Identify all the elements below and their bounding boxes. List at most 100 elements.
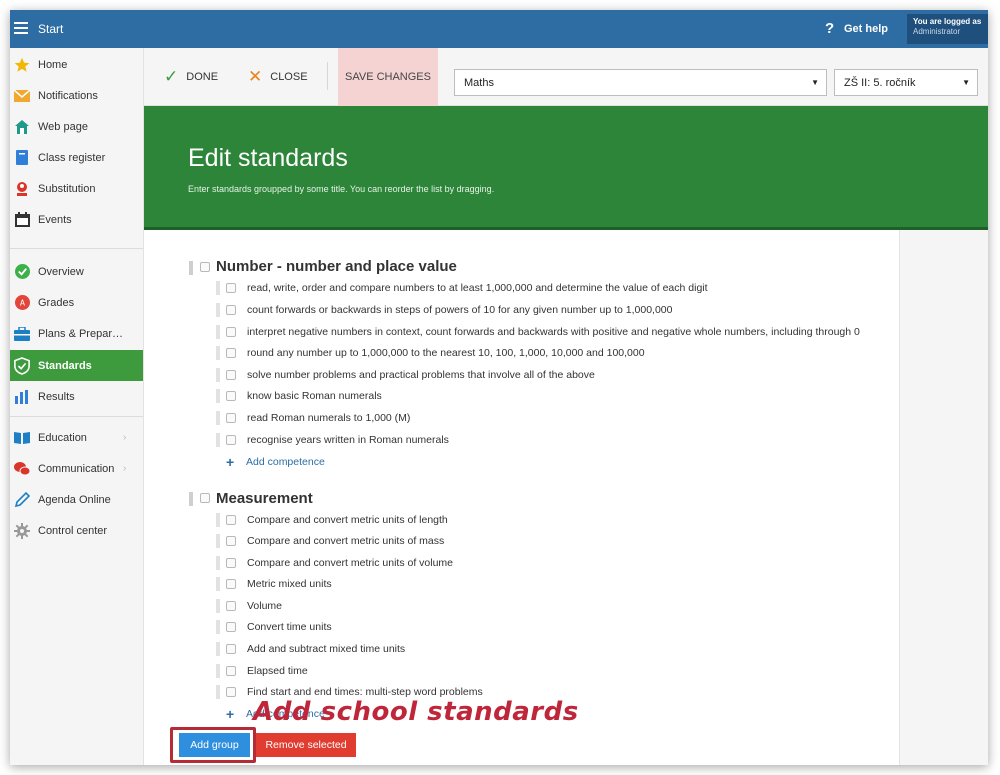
sidebar: Home Notifications Web page Class regist… (10, 48, 144, 765)
done-button[interactable]: ✓ DONE (164, 48, 218, 106)
class-select-value: ZŠ II: 5. ročník (844, 76, 916, 89)
competence-row[interactable]: Compare and convert metric units of leng… (214, 510, 894, 530)
competence-checkbox[interactable] (226, 413, 236, 423)
competence-text: round any number up to 1,000,000 to the … (247, 347, 645, 359)
competence-row[interactable]: read Roman numerals to 1,000 (M) (214, 408, 894, 428)
sidebar-item-results[interactable]: Results (10, 381, 143, 412)
drag-handle[interactable] (216, 664, 220, 678)
competence-text: interpret negative numbers in context, c… (247, 326, 860, 338)
chevron-right-icon: › (123, 463, 127, 474)
drag-handle[interactable] (216, 556, 220, 570)
competence-checkbox[interactable] (226, 687, 236, 697)
competence-checkbox[interactable] (226, 391, 236, 401)
sidebar-divider (10, 416, 143, 417)
sidebar-item-agenda-online[interactable]: Agenda Online (10, 484, 143, 515)
competence-checkbox[interactable] (226, 327, 236, 337)
drag-handle[interactable] (216, 303, 220, 317)
sidebar-item-overview[interactable]: Overview (10, 256, 143, 287)
competence-row[interactable]: solve number problems and practical prob… (214, 365, 894, 385)
competence-text: read Roman numerals to 1,000 (M) (247, 412, 411, 424)
competence-checkbox[interactable] (226, 579, 236, 589)
drag-handle[interactable] (216, 685, 220, 699)
question-icon[interactable]: ? (825, 20, 834, 37)
group-drag-handle[interactable] (189, 492, 193, 506)
get-help-link[interactable]: Get help (844, 23, 888, 35)
sidebar-item-grades[interactable]: A Grades (10, 287, 143, 318)
sidebar-item-events[interactable]: Events (10, 204, 143, 235)
shield-check-icon (14, 356, 30, 375)
page-subtitle: Enter standards groupped by some title. … (188, 184, 495, 194)
competence-row[interactable]: Compare and convert metric units of mass (214, 531, 894, 551)
group-checkbox[interactable] (200, 262, 210, 272)
competence-checkbox[interactable] (226, 644, 236, 654)
sidebar-item-notifications[interactable]: Notifications (10, 80, 143, 111)
user-box[interactable]: You are logged as Administrator (907, 14, 988, 44)
competence-row[interactable]: know basic Roman numerals (214, 386, 894, 406)
competence-checkbox[interactable] (226, 601, 236, 611)
competence-row[interactable]: Convert time units (214, 617, 894, 637)
save-changes-button[interactable]: SAVE CHANGES (338, 48, 438, 106)
competence-checkbox[interactable] (226, 370, 236, 380)
sidebar-item-class-register[interactable]: Class register (10, 142, 143, 173)
competence-text: know basic Roman numerals (247, 390, 382, 402)
drag-handle[interactable] (216, 389, 220, 403)
competence-checkbox[interactable] (226, 536, 236, 546)
sidebar-item-education[interactable]: Education › (10, 422, 143, 453)
drag-handle[interactable] (216, 281, 220, 295)
competence-row[interactable]: Add and subtract mixed time units (214, 639, 894, 659)
competence-checkbox[interactable] (226, 558, 236, 568)
drag-handle[interactable] (216, 599, 220, 613)
drag-handle[interactable] (216, 534, 220, 548)
competence-row[interactable]: Volume (214, 596, 894, 616)
close-label: CLOSE (270, 71, 308, 83)
group-checkbox[interactable] (200, 493, 210, 503)
remove-selected-button[interactable]: Remove selected (256, 733, 356, 757)
sidebar-item-substitution[interactable]: Substitution (10, 173, 143, 204)
close-button[interactable]: ✕ CLOSE (248, 48, 308, 106)
drag-handle[interactable] (216, 368, 220, 382)
drag-handle[interactable] (216, 577, 220, 591)
competence-row[interactable]: Elapsed time (214, 661, 894, 681)
caret-down-icon: ▼ (962, 78, 970, 87)
sidebar-item-home[interactable]: Home (10, 49, 143, 80)
competence-checkbox[interactable] (226, 666, 236, 676)
competence-row[interactable]: interpret negative numbers in context, c… (214, 322, 894, 342)
sidebar-item-standards[interactable]: Standards (10, 350, 143, 381)
hamburger-menu-icon[interactable] (14, 22, 28, 34)
done-label: DONE (186, 71, 219, 83)
group-drag-handle[interactable] (189, 261, 193, 275)
sidebar-item-label: Results (38, 390, 75, 403)
competence-checkbox[interactable] (226, 283, 236, 293)
add-competence-label: Add competence (246, 456, 325, 468)
group-title[interactable]: Number - number and place value (216, 258, 457, 275)
app-title[interactable]: Start (38, 22, 63, 36)
competence-row[interactable]: count forwards or backwards in steps of … (214, 300, 894, 320)
drag-handle[interactable] (216, 325, 220, 339)
competence-checkbox[interactable] (226, 515, 236, 525)
competence-checkbox[interactable] (226, 435, 236, 445)
class-select[interactable]: ZŠ II: 5. ročník ▼ (834, 69, 978, 96)
sidebar-item-control-center[interactable]: Control center (10, 515, 143, 546)
sidebar-item-plans[interactable]: Plans & Prepar… (10, 318, 143, 349)
competence-row[interactable]: recognise years written in Roman numeral… (214, 430, 894, 450)
subject-select[interactable]: Maths ▼ (454, 69, 827, 96)
add-group-button[interactable]: Add group (179, 733, 250, 757)
group-title[interactable]: Measurement (216, 490, 313, 507)
drag-handle[interactable] (216, 620, 220, 634)
competence-text: Compare and convert metric units of mass (247, 535, 445, 547)
competence-row[interactable]: round any number up to 1,000,000 to the … (214, 343, 894, 363)
competence-row[interactable]: Metric mixed units (214, 574, 894, 594)
drag-handle[interactable] (216, 411, 220, 425)
competence-checkbox[interactable] (226, 305, 236, 315)
sidebar-item-communication[interactable]: Communication › (10, 453, 143, 484)
drag-handle[interactable] (216, 433, 220, 447)
competence-checkbox[interactable] (226, 622, 236, 632)
sidebar-item-web-page[interactable]: Web page (10, 111, 143, 142)
drag-handle[interactable] (216, 642, 220, 656)
add-competence-link[interactable]: + Add competence (226, 454, 325, 470)
competence-row[interactable]: read, write, order and compare numbers t… (214, 278, 894, 298)
competence-checkbox[interactable] (226, 348, 236, 358)
drag-handle[interactable] (216, 346, 220, 360)
competence-row[interactable]: Compare and convert metric units of volu… (214, 553, 894, 573)
drag-handle[interactable] (216, 513, 220, 527)
